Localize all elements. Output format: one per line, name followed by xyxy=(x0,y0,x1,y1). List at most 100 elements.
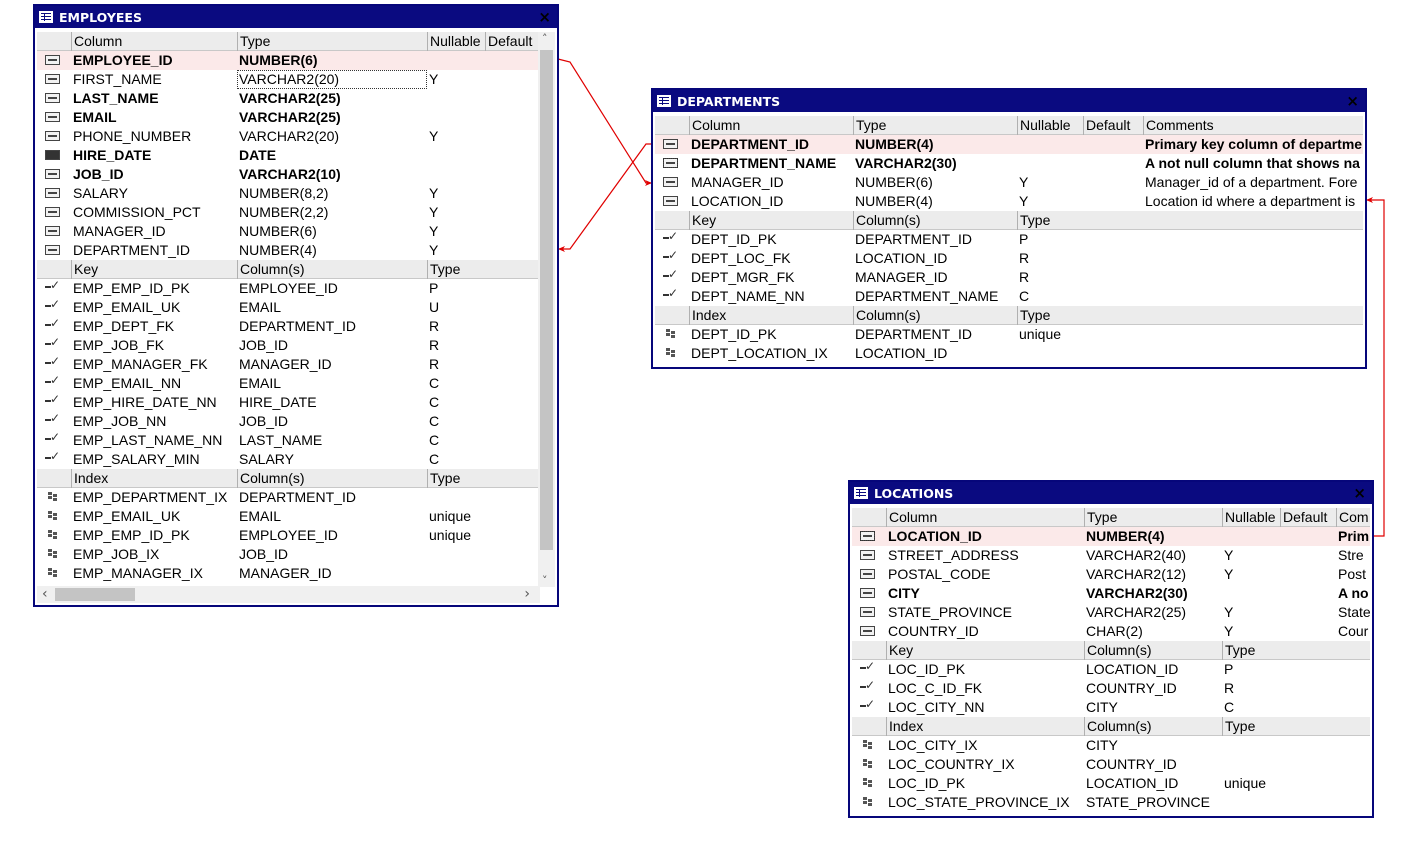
key-row[interactable]: DEPT_MGR_FK MANAGER_ID R xyxy=(655,267,1363,287)
column-row[interactable]: EMPLOYEE_ID NUMBER(6) xyxy=(37,51,555,70)
header-cell: Key xyxy=(689,211,853,230)
column-row[interactable]: LAST_NAME VARCHAR2(25) xyxy=(37,89,555,108)
index-row[interactable]: DEPT_ID_PK DEPARTMENT_ID unique xyxy=(655,325,1363,344)
index-columns: EMPLOYEE_ID xyxy=(239,527,338,543)
key-row[interactable]: EMP_JOB_NN JOB_ID C xyxy=(37,411,555,431)
column-comment: A not null column that shows na xyxy=(1145,155,1360,171)
key-header-row: Key Column(s) Type xyxy=(655,211,1363,230)
key-row[interactable]: EMP_JOB_FK JOB_ID R xyxy=(37,335,555,355)
key-columns: DEPARTMENT_NAME xyxy=(855,288,999,304)
horizontal-scrollbar[interactable]: ‹ › xyxy=(37,586,540,603)
column-row[interactable]: PHONE_NUMBER VARCHAR2(20) Y xyxy=(37,127,555,146)
column-name: MANAGER_ID xyxy=(691,174,784,190)
index-type xyxy=(427,488,542,507)
close-icon[interactable]: × xyxy=(1346,92,1359,110)
key-type: P xyxy=(1019,231,1029,247)
index-row[interactable]: LOC_COUNTRY_IX COUNTRY_ID xyxy=(852,755,1370,774)
key-row[interactable]: EMP_MANAGER_FK MANAGER_ID R xyxy=(37,354,555,374)
departments-table-window[interactable]: DEPARTMENTS × Column Type Nullable Default Com… xyxy=(651,88,1367,369)
vertical-scrollbar[interactable]: ˄ ˅ xyxy=(538,32,555,587)
vertical-scroll-thumb[interactable] xyxy=(540,50,553,550)
locations-table-window[interactable]: LOCATIONS × Column Type Nullable Default Com LO… xyxy=(848,480,1374,818)
close-icon[interactable]: × xyxy=(538,8,551,26)
column-row[interactable]: DEPARTMENT_ID NUMBER(4) Primary key column… xyxy=(655,135,1363,154)
column-row[interactable]: COMMISSION_PCT NUMBER(2,2) Y xyxy=(37,203,555,222)
header-cell: Type xyxy=(427,469,542,488)
column-row[interactable]: STREET_ADDRESS VARCHAR2(40) Y Stre xyxy=(852,546,1370,565)
constraint-icon xyxy=(45,392,60,407)
key-name: LOC_C_ID_FK xyxy=(888,680,983,696)
key-row[interactable]: EMP_DEPT_FK DEPARTMENT_ID R xyxy=(37,316,555,336)
key-row[interactable]: EMP_EMP_ID_PK EMPLOYEE_ID P xyxy=(37,278,555,298)
column-nullable: Y xyxy=(1019,193,1029,209)
title-bar[interactable]: LOCATIONS × xyxy=(850,482,1372,504)
index-type: unique xyxy=(1224,775,1267,791)
index-icon xyxy=(45,549,60,559)
index-name: EMP_EMAIL_UK xyxy=(73,508,181,524)
column-nullable xyxy=(427,108,485,127)
key-name: DEPT_ID_PK xyxy=(691,231,777,247)
key-row[interactable]: LOC_CITY_NN CITY C xyxy=(852,697,1370,717)
column-type: VARCHAR2(25) xyxy=(1086,604,1187,620)
header-cell: Column(s) xyxy=(853,211,1017,230)
column-row[interactable]: LOCATION_ID NUMBER(4) Prim xyxy=(852,527,1370,546)
header-cell: Nullable xyxy=(1017,116,1083,135)
column-row[interactable]: CITY VARCHAR2(30) A no xyxy=(852,584,1370,603)
scroll-left-icon[interactable]: ‹ xyxy=(42,586,48,602)
close-icon[interactable]: × xyxy=(1353,484,1366,502)
title-bar[interactable]: DEPARTMENTS × xyxy=(653,90,1365,112)
text-icon xyxy=(860,569,875,579)
index-row[interactable]: EMP_JOB_IX JOB_ID xyxy=(37,545,555,564)
index-row[interactable]: DEPT_LOCATION_IX LOCATION_ID xyxy=(655,344,1363,363)
index-row[interactable]: LOC_STATE_PROVINCE_IX STATE_PROVINCE xyxy=(852,793,1370,812)
index-row[interactable]: LOC_CITY_IX CITY xyxy=(852,736,1370,755)
column-name: DEPARTMENT_ID xyxy=(73,242,190,258)
key-row[interactable]: EMP_LAST_NAME_NN LAST_NAME C xyxy=(37,430,555,450)
header-cell: Column xyxy=(689,116,853,135)
key-row[interactable]: LOC_C_ID_FK COUNTRY_ID R xyxy=(852,678,1370,698)
scroll-right-icon[interactable]: › xyxy=(524,586,530,602)
key-row[interactable]: EMP_HIRE_DATE_NN HIRE_DATE C xyxy=(37,392,555,412)
column-row[interactable]: POSTAL_CODE VARCHAR2(12) Y Post xyxy=(852,565,1370,584)
column-type: NUMBER(6) xyxy=(855,174,933,190)
column-type: CHAR(2) xyxy=(1086,623,1143,639)
column-row[interactable]: LOCATION_ID NUMBER(4) Y Location id where a… xyxy=(655,192,1363,211)
column-row[interactable]: FIRST_NAME VARCHAR2(20) Y xyxy=(37,70,555,89)
key-row[interactable]: LOC_ID_PK LOCATION_ID P xyxy=(852,659,1370,679)
column-row[interactable]: SALARY NUMBER(8,2) Y xyxy=(37,184,555,203)
column-row[interactable]: MANAGER_ID NUMBER(6) Y Manager_id of a depa… xyxy=(655,173,1363,192)
index-row[interactable]: EMP_DEPARTMENT_IX DEPARTMENT_ID xyxy=(37,488,555,507)
column-row[interactable]: COUNTRY_ID CHAR(2) Y Cour xyxy=(852,622,1370,641)
column-row[interactable]: DEPARTMENT_NAME VARCHAR2(30) A not null co… xyxy=(655,154,1363,173)
key-row[interactable]: EMP_EMAIL_NN EMAIL C xyxy=(37,373,555,393)
key-row[interactable]: DEPT_LOC_FK LOCATION_ID R xyxy=(655,248,1363,268)
key-row[interactable]: EMP_SALARY_MIN SALARY C xyxy=(37,449,555,469)
column-row[interactable]: STATE_PROVINCE VARCHAR2(25) Y State xyxy=(852,603,1371,622)
index-row[interactable]: LOC_ID_PK LOCATION_ID unique xyxy=(852,774,1370,793)
index-name: LOC_COUNTRY_IX xyxy=(888,756,1015,772)
column-row[interactable]: HIRE_DATE DATE xyxy=(37,146,555,165)
column-row[interactable]: MANAGER_ID NUMBER(6) Y xyxy=(37,222,555,241)
table-icon xyxy=(657,95,671,107)
key-row[interactable]: DEPT_ID_PK DEPARTMENT_ID P xyxy=(655,229,1363,249)
column-row[interactable]: EMAIL VARCHAR2(25) xyxy=(37,108,555,127)
index-row[interactable]: EMP_EMP_ID_PK EMPLOYEE_ID unique xyxy=(37,526,555,545)
number-icon xyxy=(45,226,60,236)
index-row[interactable]: EMP_EMAIL_UK EMAIL unique xyxy=(37,507,555,526)
column-row[interactable]: DEPARTMENT_ID NUMBER(4) Y xyxy=(37,241,555,260)
column-comment: Stre xyxy=(1338,547,1364,563)
key-row[interactable]: DEPT_NAME_NN DEPARTMENT_NAME C xyxy=(655,286,1363,306)
header-cell: Column xyxy=(886,508,1084,527)
scroll-down-icon[interactable]: ˅ xyxy=(542,574,548,587)
key-row[interactable]: EMP_EMAIL_UK EMAIL U xyxy=(37,297,555,317)
employees-table-window[interactable]: EMPLOYEES × Column Type Nullable Default EMPLO… xyxy=(33,4,559,607)
scroll-up-icon[interactable]: ˄ xyxy=(542,32,548,45)
title-bar[interactable]: EMPLOYEES × xyxy=(35,6,557,28)
horizontal-scroll-thumb[interactable] xyxy=(55,588,135,601)
text-icon xyxy=(663,158,678,168)
column-name: POSTAL_CODE xyxy=(888,566,991,582)
header-cell: Key xyxy=(886,641,1084,660)
index-icon xyxy=(860,740,875,750)
index-row[interactable]: EMP_MANAGER_IX MANAGER_ID xyxy=(37,564,555,583)
column-row[interactable]: JOB_ID VARCHAR2(10) xyxy=(37,165,555,184)
